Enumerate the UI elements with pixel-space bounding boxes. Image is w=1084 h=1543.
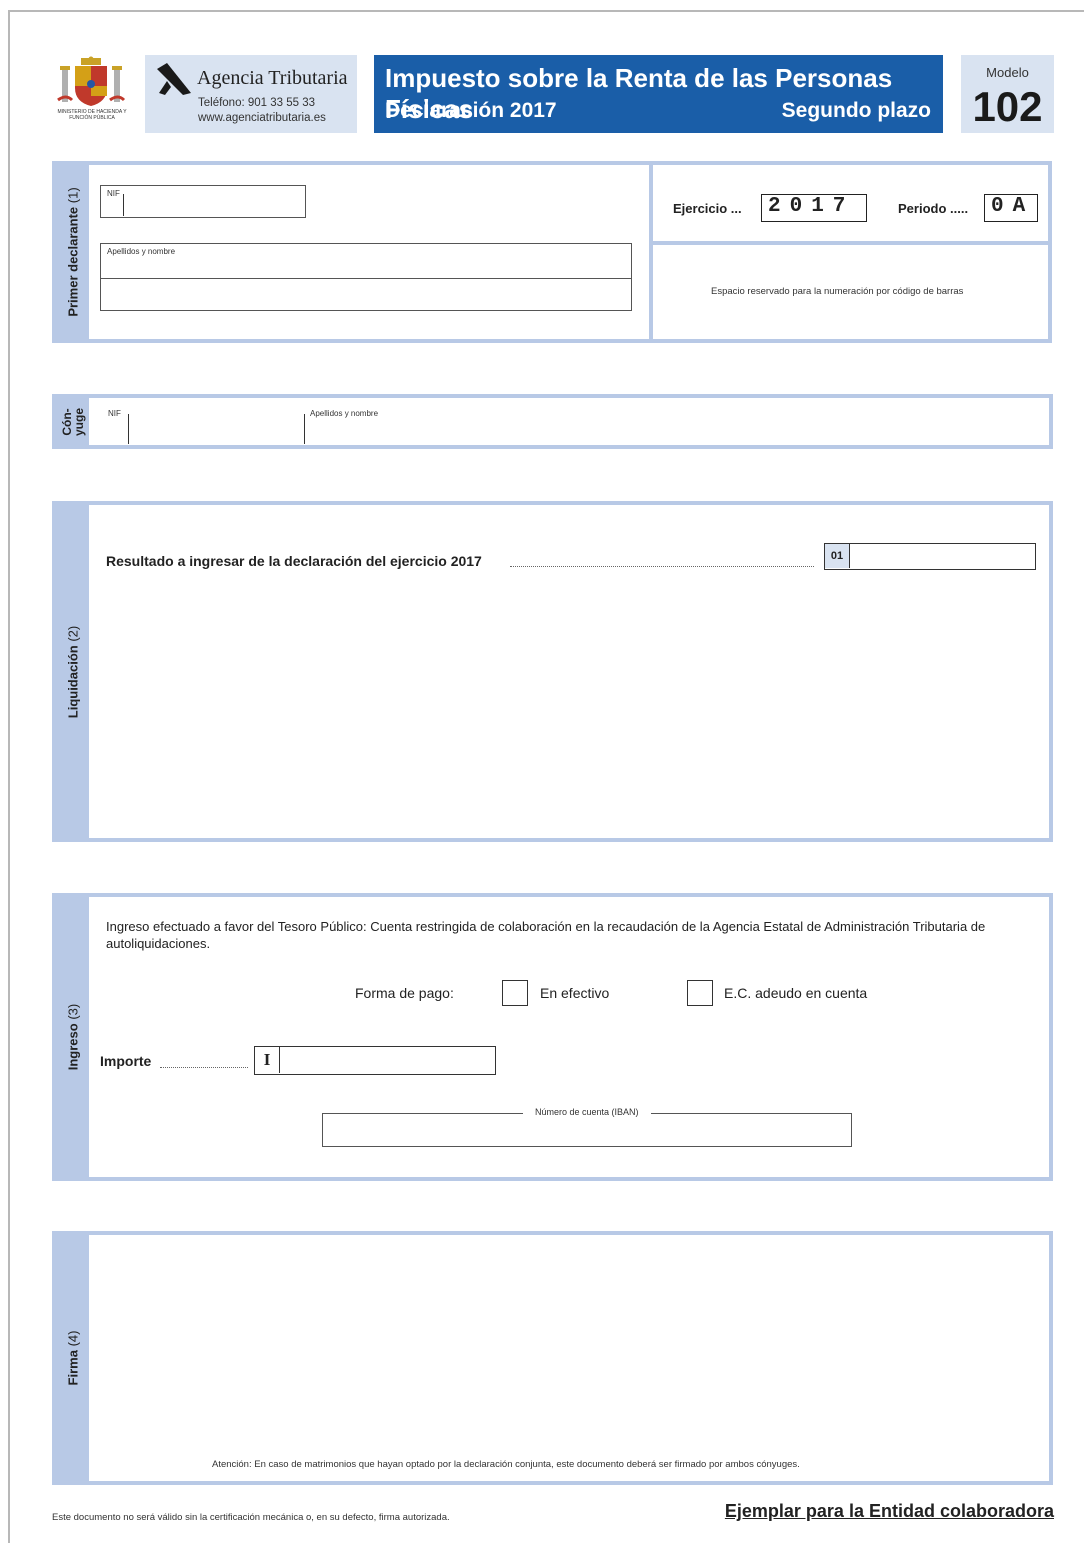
coat-of-arms-icon [54,56,128,136]
iban-label: Número de cuenta (IBAN) [523,1107,651,1117]
importe-label: Importe [100,1053,152,1069]
conyuge-label: Cón-yuge [59,407,86,436]
ingreso-description: Ingreso efectuado a favor del Tesoro Púb… [106,919,986,951]
modelo-label: Modelo [986,65,1029,80]
apellidos-nombre-label: Apellidos y nombre [107,247,176,256]
form-title-banner: Impuesto sobre la Renta de las Personas … [374,55,943,133]
ejercicio-section: Ejercicio ... 2017 Periodo ..... 0A [649,161,1052,245]
importe-prefix: I [255,1047,280,1073]
copy-label: Ejemplar para la Entidad colaboradora [724,1501,1054,1521]
firma-label: Firma (4) [65,1330,80,1386]
ingreso-label: Ingreso (3) [65,1003,80,1071]
conyuge-nif-label: NIF [108,409,121,418]
periodo-label: Periodo ..... [898,201,969,216]
plazo-label: Segundo plazo [781,99,931,122]
efectivo-label: En efectivo [540,985,610,1001]
agency-logo-icon [155,63,193,102]
conyuge-name-field[interactable] [304,414,1044,444]
apellidos-nombre-field[interactable]: Apellidos y nombre [100,243,632,311]
barcode-note: Espacio reservado para la numeración por… [711,286,964,297]
conyuge-section: Cón-yuge NIF Apellidos y nombre [52,394,1053,449]
periodo-value[interactable]: 0A [984,194,1038,222]
conyuge-nif-field[interactable] [128,414,304,444]
importe-field[interactable]: I [254,1046,496,1075]
firma-sidebar: Firma (4) [56,1235,89,1481]
adeudo-checkbox[interactable] [687,980,713,1006]
modelo-number: 102 [972,83,1043,130]
primer-declarante-label: Primer declarante (1) [65,187,80,317]
efectivo-checkbox[interactable] [502,980,528,1006]
adeudo-label: E.C. adeudo en cuenta [724,985,868,1001]
iban-field[interactable]: Número de cuenta (IBAN) [322,1107,852,1147]
forma-pago-label: Forma de pago: [355,985,454,1001]
agency-web: www.agenciatributaria.es [198,112,326,124]
firma-note: Atención: En caso de matrimonios que hay… [212,1459,800,1470]
liquidacion-sidebar: Liquidación (2) [56,505,89,838]
resultado-field[interactable]: 01 [824,543,1036,570]
primer-declarante-sidebar: Primer declarante (1) [56,165,89,339]
declaration-year: Declaración 2017 [385,99,557,122]
ingreso-sidebar: Ingreso (3) [56,897,89,1177]
conyuge-name-label: Apellidos y nombre [310,409,379,418]
resultado-label: Resultado a ingresar de la declaración d… [106,553,482,569]
conyuge-sidebar: Cón-yuge [56,398,89,445]
barcode-section: Espacio reservado para la numeración por… [649,241,1052,343]
liquidacion-section: Liquidación (2) Resultado a ingresar de … [52,501,1053,842]
primer-declarante-section: Primer declarante (1) NIF Apellidos y no… [52,161,653,343]
ingreso-section: Ingreso (3) Ingreso efectuado a favor de… [52,893,1053,1181]
liquidacion-label: Liquidación (2) [65,625,80,718]
resultado-box-code: 01 [825,544,850,568]
firma-section: Firma (4) Atención: En caso de matrimoni… [52,1231,1053,1485]
agency-name: Agencia Tributaria [197,67,348,89]
modelo-box: Modelo 102 [961,55,1054,133]
ejercicio-value[interactable]: 2017 [761,194,867,222]
validity-note: Este documento no será válido sin la cer… [52,1512,450,1523]
ejercicio-label: Ejercicio ... [673,201,742,216]
agency-phone: Teléfono: 901 33 55 33 [198,97,316,109]
nif-label: NIF [107,189,120,198]
nif-field[interactable]: NIF [100,185,306,218]
agency-tributaria-header: Agencia Tributaria Teléfono: 901 33 55 3… [145,55,357,133]
ministry-text: MINISTERIO DE HACIENDA Y FUNCIÓN PÚBLICA [57,109,127,121]
resultado-leader-dots [510,566,814,567]
importe-leader-dots [160,1067,248,1068]
